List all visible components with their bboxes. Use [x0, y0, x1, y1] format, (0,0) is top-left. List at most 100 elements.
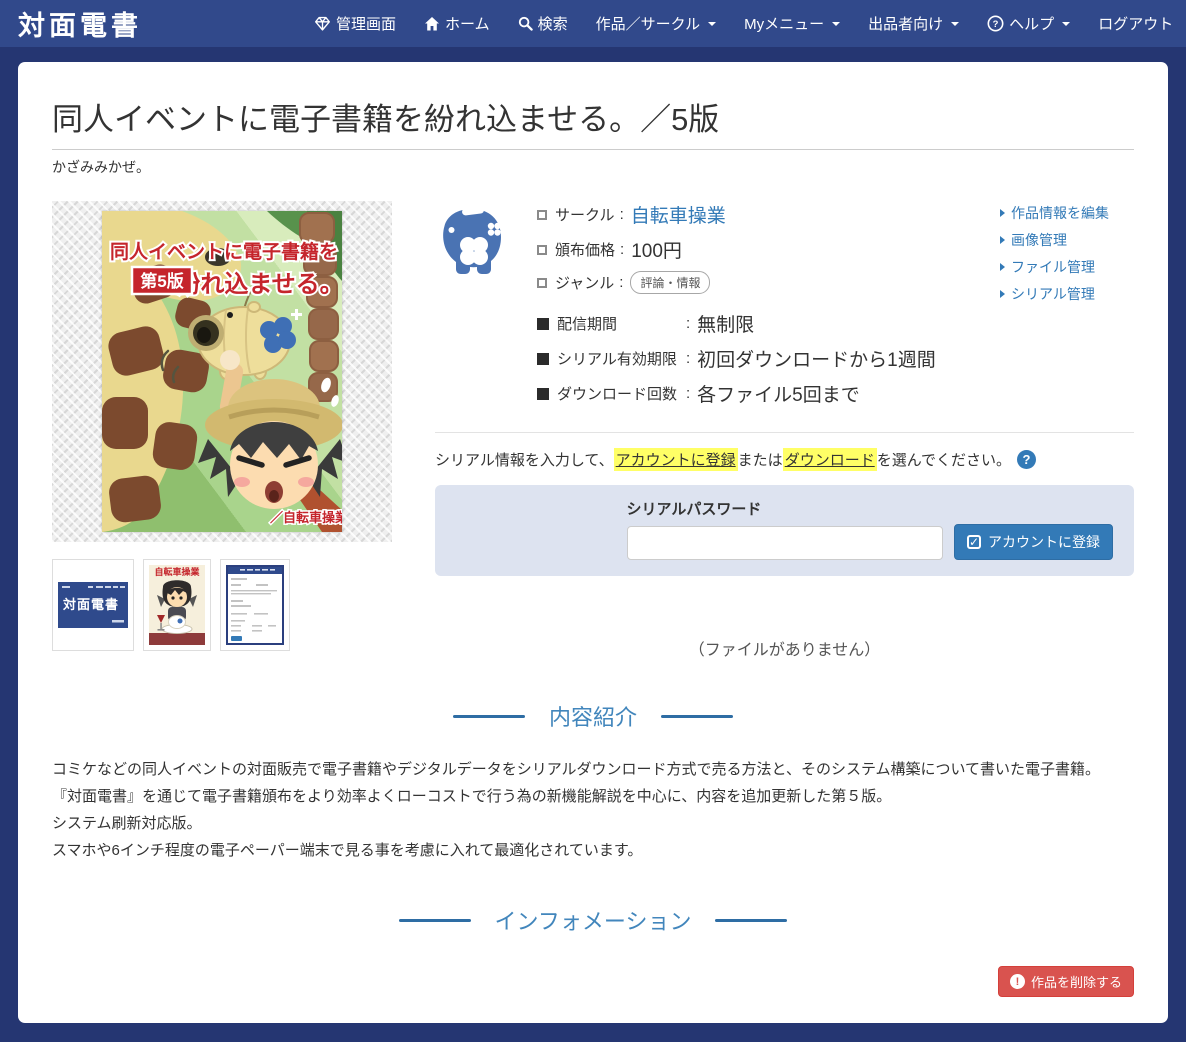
circle-piggy-icon — [435, 203, 511, 415]
heading-dash — [661, 715, 733, 718]
register-account-button[interactable]: ✓ アカウントに登録 — [954, 524, 1113, 560]
thumbnail-circle-text: 自転車操業 — [154, 566, 200, 577]
content-card: 同人イベントに電子書籍を紛れ込ませる。／5版 かざみみかぜ。 — [18, 62, 1168, 1023]
nav-item-label: 出品者向け — [868, 13, 943, 34]
nav-item-label: 検索 — [538, 13, 568, 34]
field-period: 配信期間 : 無制限 — [537, 310, 1000, 337]
square-outline-icon — [537, 245, 547, 255]
nav-item-search[interactable]: 検索 — [504, 0, 582, 47]
register-account-link[interactable]: アカウントに登録 — [614, 448, 738, 471]
section-heading-information: インフォメーション — [52, 904, 1134, 936]
description-line: 『対面電書』を通じて電子書籍頒布をより効率よくローコストで行う為の新機能解説を中… — [52, 783, 1134, 810]
serial-password-label: シリアルパスワード — [627, 498, 943, 519]
serial-panel: シリアルパスワード ✓ アカウントに登録 — [435, 485, 1134, 576]
field-dl-count: ダウンロード回数 : 各ファイル5回まで — [537, 380, 1000, 407]
instruction-text: または — [738, 449, 783, 470]
thumbnail-banner-text: 対面電書 — [62, 597, 119, 613]
triangle-right-icon — [1000, 236, 1005, 244]
work-fields: サークル : 自転車操業 頒布価格 : 100円 ジャンル : 評論 — [537, 201, 1000, 415]
chevron-down-icon — [708, 22, 716, 26]
image-column: 同人イベントに電子書籍を 紛れ込ませる。 第5版 ／自転車操業 — [52, 201, 392, 660]
thumbnail-circle-cut[interactable]: 自転車操業 — [143, 559, 211, 651]
page-title: 同人イベントに電子書籍を紛れ込ませる。／5版 — [52, 94, 1134, 150]
field-label: シリアル有効期限 — [557, 348, 681, 369]
link-label: シリアル管理 — [1011, 284, 1095, 304]
help-icon: ? — [987, 15, 1004, 32]
nav-item-home[interactable]: ホーム — [410, 0, 504, 47]
field-value: 100円 — [631, 236, 682, 263]
work-detail-row: 同人イベントに電子書籍を 紛れ込ませる。 第5版 ／自転車操業 — [52, 201, 1134, 660]
field-value: 無制限 — [697, 310, 754, 337]
nav-item-my-menu[interactable]: Myメニュー — [730, 0, 854, 47]
triangle-right-icon — [1000, 209, 1005, 217]
square-filled-icon — [537, 388, 549, 400]
download-link[interactable]: ダウンロード — [783, 448, 877, 471]
delete-work-button[interactable]: ! 作品を削除する — [998, 966, 1134, 997]
field-value: 各ファイル5回まで — [697, 380, 860, 407]
manage-links: 作品情報を編集 画像管理 ファイル管理 シリアル管理 — [1000, 201, 1134, 415]
work-description: コミケなどの同人イベントの対面販売で電子書籍やデジタルデータをシリアルダウンロー… — [52, 756, 1134, 864]
nav-item-label: ホーム — [445, 13, 490, 34]
heading-dash — [399, 919, 471, 922]
nav-item-label: ログアウト — [1098, 13, 1173, 34]
nav-item-label: ヘルプ — [1009, 13, 1054, 34]
navbar-menu: 管理画面 ホーム 検索 作品／サークル Myメニュー 出品者向け — [300, 0, 1186, 47]
section-heading-intro: 内容紹介 — [52, 700, 1134, 732]
field-label: ジャンル — [555, 272, 614, 293]
serial-password-input[interactable] — [627, 526, 943, 560]
cover-credit: ／自転車操業 — [270, 510, 342, 525]
svg-text:?: ? — [993, 19, 999, 30]
link-edit-work-info[interactable]: 作品情報を編集 — [1000, 203, 1134, 223]
search-icon — [518, 16, 533, 31]
triangle-right-icon — [1000, 290, 1005, 298]
cover-artwork: 同人イベントに電子書籍を 紛れ込ませる。 第5版 ／自転車操業 — [102, 211, 342, 532]
delete-button-label: 作品を削除する — [1031, 972, 1122, 991]
instruction-text: シリアル情報を入力して、 — [435, 449, 614, 470]
nav-item-for-sellers[interactable]: 出品者向け — [854, 0, 973, 47]
home-icon — [424, 16, 440, 32]
field-colon: : — [619, 274, 623, 291]
circle-link[interactable]: 自転車操業 — [631, 201, 726, 228]
field-circle: サークル : 自転車操業 — [537, 201, 1000, 228]
instruction-text: を選んでください。 — [877, 449, 1011, 470]
nav-item-works-circles[interactable]: 作品／サークル — [582, 0, 731, 47]
chevron-down-icon — [832, 22, 840, 26]
divider — [435, 432, 1134, 433]
register-button-label: アカウントに登録 — [988, 532, 1100, 552]
chevron-down-icon — [1062, 22, 1070, 26]
thumbnail-banner-art: 対面電書 — [58, 582, 128, 628]
heading-dash — [715, 919, 787, 922]
nav-item-label: 作品／サークル — [596, 13, 701, 34]
thumbnail-circle-art: 自転車操業 — [149, 565, 205, 645]
link-image-management[interactable]: 画像管理 — [1000, 230, 1134, 250]
thumbnail-page-screenshot[interactable] — [220, 559, 290, 651]
field-colon: : — [686, 350, 690, 367]
thumbnail-page-art — [226, 565, 284, 645]
field-colon: : — [686, 315, 690, 332]
nav-item-logout[interactable]: ログアウト — [1084, 0, 1186, 47]
square-filled-icon — [537, 353, 549, 365]
thumbnail-site-banner[interactable]: 対面電書 — [52, 559, 134, 651]
chevron-down-icon — [951, 22, 959, 26]
detail-column: サークル : 自転車操業 頒布価格 : 100円 ジャンル : 評論 — [435, 201, 1134, 660]
link-serial-management[interactable]: シリアル管理 — [1000, 284, 1134, 304]
nav-item-label: 管理画面 — [336, 13, 396, 34]
field-colon: : — [620, 206, 624, 223]
thumbnail-strip: 対面電書 自転車操業 — [52, 559, 392, 651]
files-empty-message: （ファイルがありません） — [435, 636, 1134, 660]
heading-dash — [453, 715, 525, 718]
check-icon: ✓ — [967, 535, 981, 549]
top-navbar: 対面電書 管理画面 ホーム 検索 作品／サークル Myメニュー — [0, 0, 1186, 47]
nav-item-help[interactable]: ? ヘルプ — [973, 0, 1084, 47]
field-label: サークル — [555, 204, 615, 225]
cover-image[interactable]: 同人イベントに電子書籍を 紛れ込ませる。 第5版 ／自転車操業 — [52, 201, 392, 542]
link-file-management[interactable]: ファイル管理 — [1000, 257, 1134, 277]
author-name: かざみみかぜ。 — [52, 157, 1134, 177]
gem-icon — [314, 15, 331, 32]
description-line: システム刷新対応版。 — [52, 810, 1134, 837]
nav-item-admin[interactable]: 管理画面 — [300, 0, 410, 47]
site-logo[interactable]: 対面電書 — [18, 4, 142, 43]
cover-title-line2: 紛れ込ませる。 — [176, 270, 342, 298]
field-value: 初回ダウンロードから1週間 — [697, 345, 936, 372]
help-circle-icon[interactable]: ? — [1017, 450, 1036, 469]
